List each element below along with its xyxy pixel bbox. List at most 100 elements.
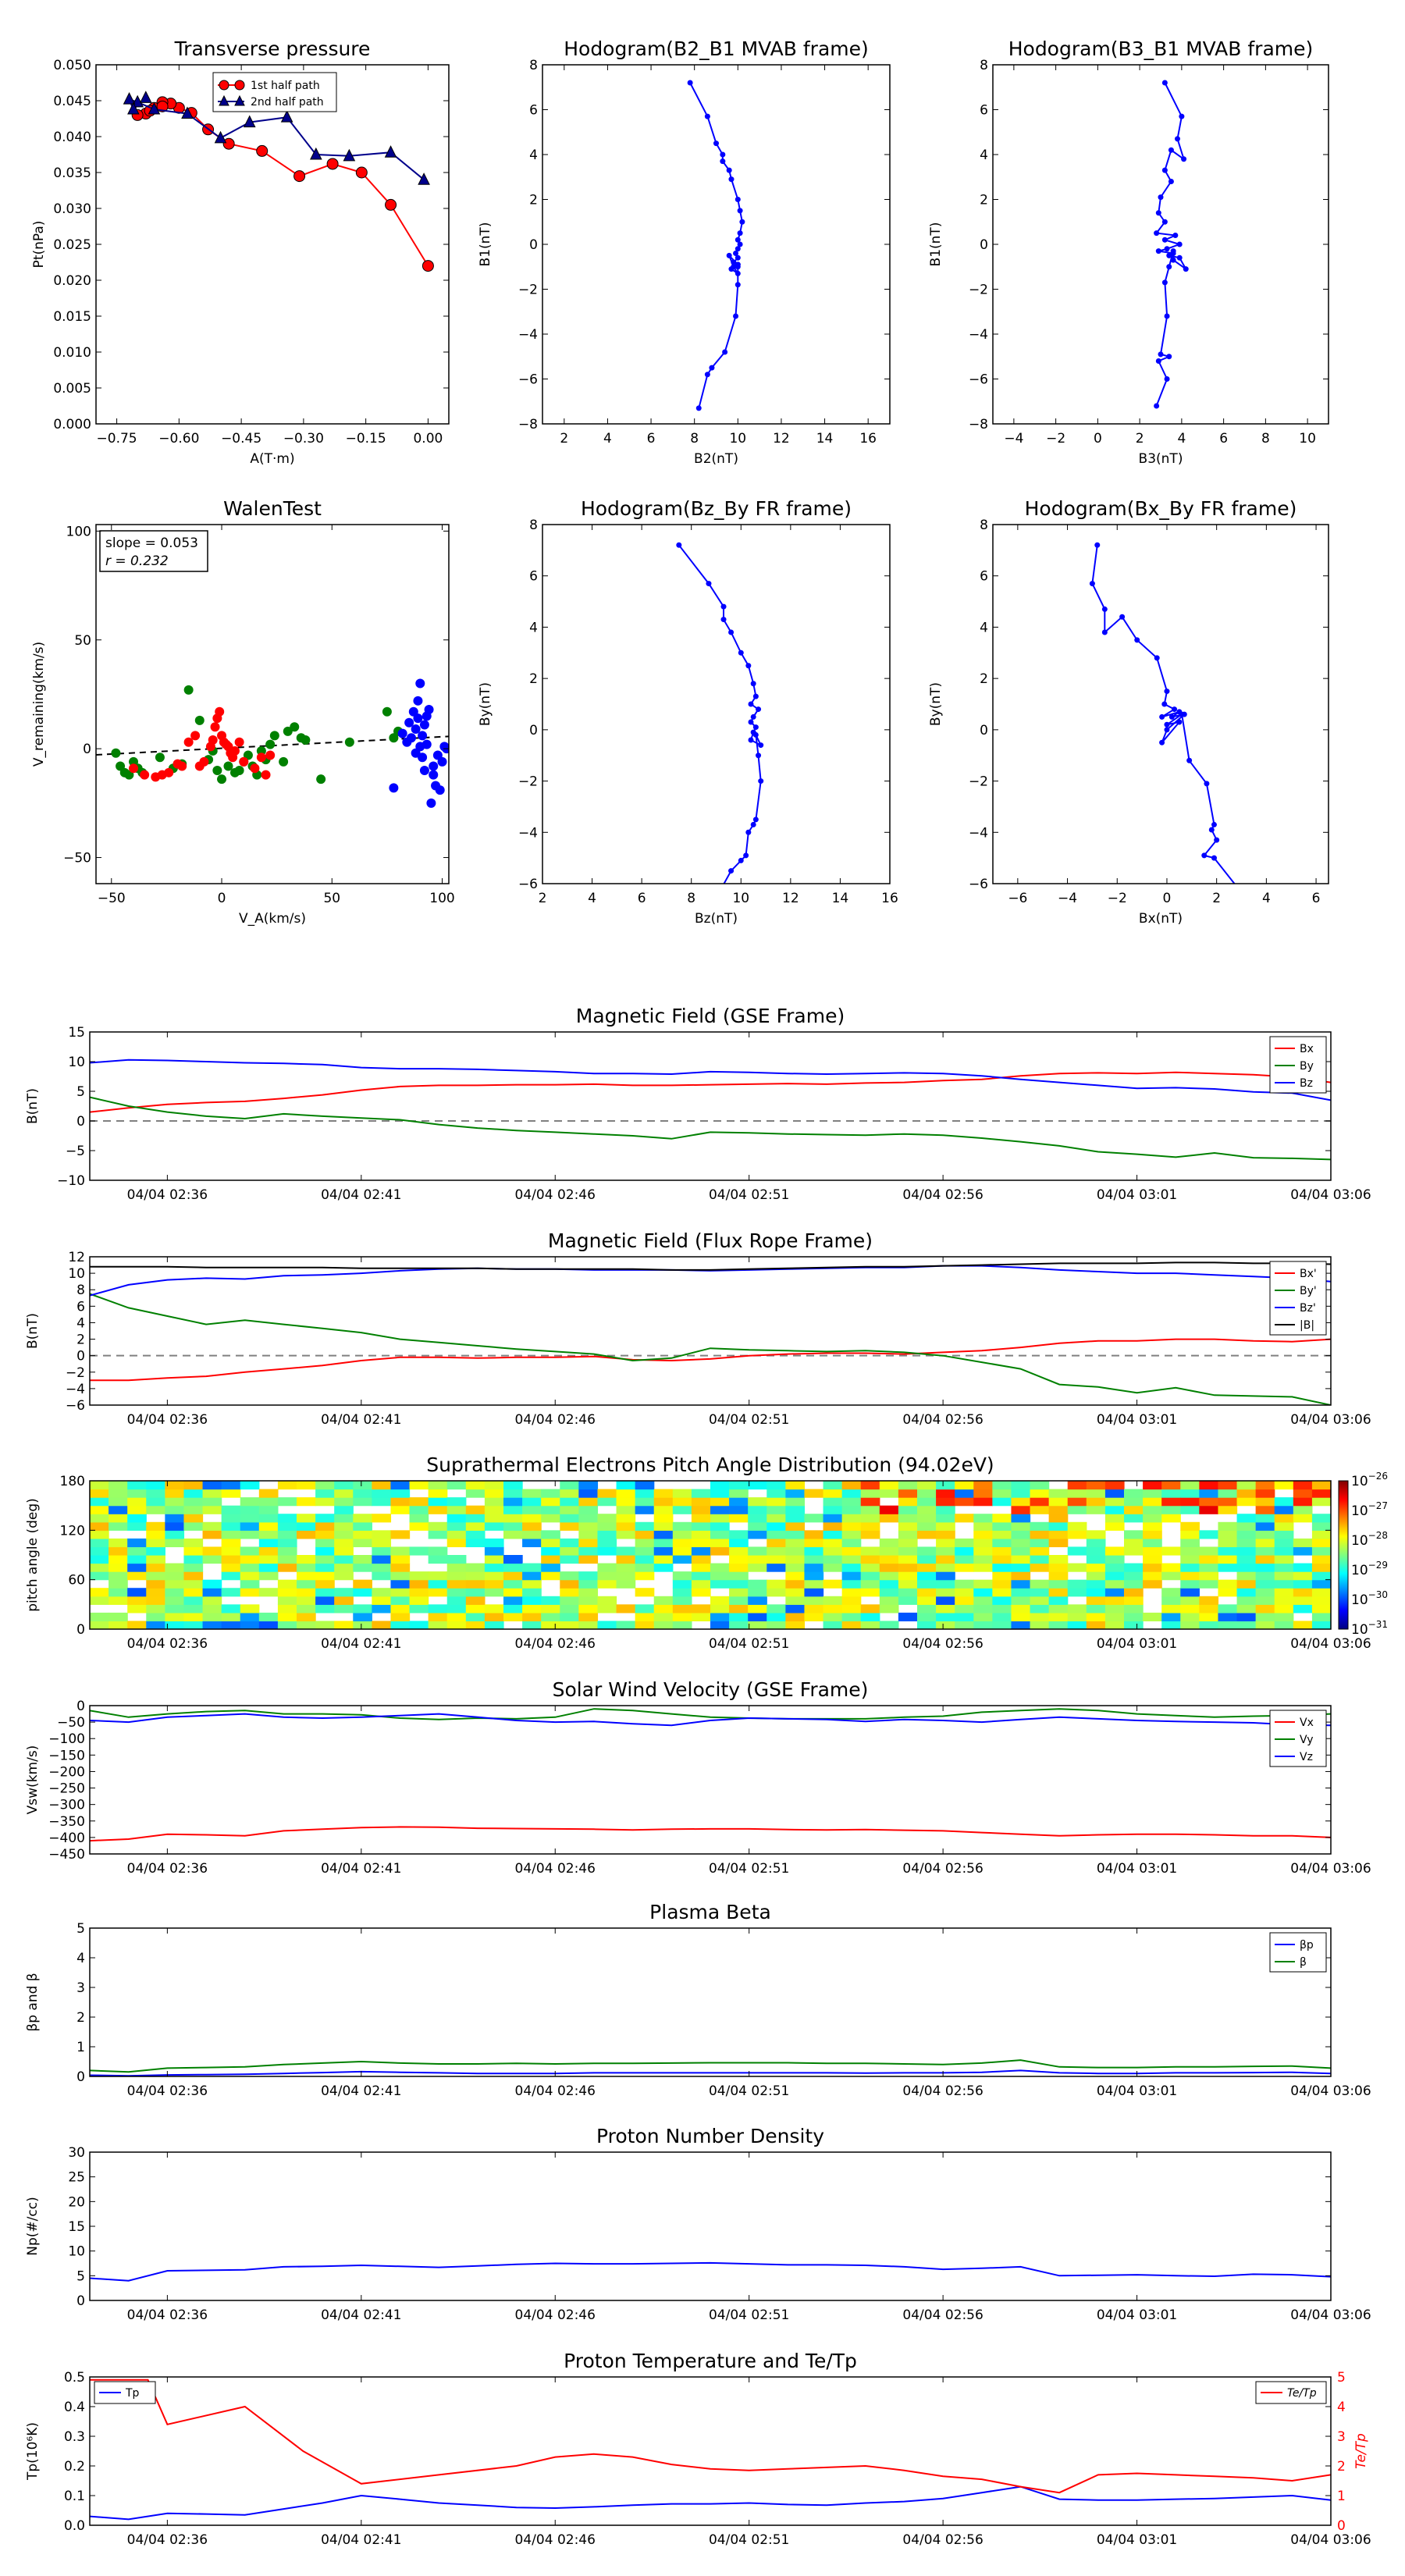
heatmap-cell [503,1563,523,1572]
colorbar-bar [1338,1480,1349,1630]
heatmap-cell [973,1489,993,1498]
scatter-point [234,766,244,776]
heatmap-cell [1067,1588,1087,1597]
data-marker [1204,781,1210,787]
x-tick-label: 04/04 02:56 [902,1412,983,1428]
heatmap-cell [729,1538,749,1548]
heatmap-cell [258,1514,279,1523]
heatmap-cell [710,1563,730,1572]
heatmap-cell [917,1612,937,1622]
heatmap-cell [1311,1563,1331,1572]
heatmap-cell [146,1571,165,1581]
y-tick-label: −4 [66,1382,85,1397]
heatmap-cell [146,1530,165,1539]
heatmap-cell [767,1555,786,1564]
heatmap-cell [1030,1538,1050,1548]
heatmap-cell [146,1588,165,1597]
y-tick-label: 180 [60,1474,85,1489]
heatmap-cell [578,1579,599,1589]
heatmap-cell [729,1555,749,1564]
heatmap-cell [1143,1571,1162,1581]
x-tick-label: 8 [1261,431,1270,447]
heatmap-cell [748,1596,767,1605]
data-marker [752,731,759,738]
heatmap-cell [597,1521,617,1531]
heatmap-cell [1255,1546,1275,1556]
heatmap-cell [1143,1497,1162,1507]
y-tick-label: 2 [76,2010,85,2026]
heatmap-cell [522,1563,542,1572]
heatmap-cell [1199,1546,1219,1556]
y-tick-label: 8 [980,518,988,533]
heatmap-cell [258,1538,279,1548]
heatmap-cell [353,1538,372,1548]
x-tick-label: 04/04 02:41 [321,2532,401,2548]
data-marker [726,252,732,258]
heatmap-cell [240,1621,260,1629]
heatmap-cell [1161,1514,1181,1523]
heatmap-cell [578,1530,599,1539]
heatmap-cell [560,1579,579,1589]
heatmap-cell [653,1497,674,1507]
heatmap-cell [1180,1588,1200,1597]
panel-title: Proton Number Density [596,2125,824,2147]
heatmap-cell [277,1579,297,1589]
heatmap-cell [334,1538,354,1548]
heatmap-cell [1274,1521,1294,1531]
heatmap-cell [1011,1596,1031,1605]
heatmap-cell [635,1505,655,1514]
y-tick-label: 0.5 [64,2370,85,2386]
heatmap-cell [409,1546,429,1556]
heatmap-cell [973,1514,993,1523]
heatmap-cell [1180,1530,1200,1539]
x-tick-label: 2 [1212,891,1221,906]
y-tick-label: 0.0 [64,2518,85,2534]
heatmap-cell [1274,1579,1294,1589]
heatmap-cell [1255,1588,1275,1597]
plot-frame [992,524,1329,884]
colorbar-tick-exp: −26 [1368,1471,1388,1482]
y-axis-label: B1(nT) [478,222,493,267]
data-marker [1101,606,1108,612]
heatmap-cell [409,1588,429,1597]
heatmap-cell [202,1530,222,1539]
heatmap-cell [146,1521,165,1531]
heatmap-cell [710,1530,730,1539]
y-axis-label: V_remaining(km/s) [31,642,47,767]
heatmap-cell [879,1596,899,1605]
heatmap-cell [165,1481,185,1490]
heatmap-cell [446,1604,467,1614]
series-1st-half-path [131,96,434,272]
heatmap-cell [560,1546,579,1556]
heatmap-cell [1255,1596,1275,1605]
data-marker [739,219,745,225]
heatmap-cell [409,1579,429,1589]
x-tick-label: 04/04 03:06 [1290,1636,1371,1652]
heatmap-cell [936,1538,955,1548]
heatmap-cell [1104,1604,1125,1614]
heatmap-cell [729,1489,749,1498]
heatmap-cell [541,1505,560,1514]
heatmap-cell [616,1521,636,1531]
heatmap-cell [503,1497,523,1507]
data-marker [1208,827,1215,833]
heatmap-cell [1180,1521,1200,1531]
heatmap-cell [1011,1563,1031,1572]
y-tick-label: −2 [518,774,538,790]
heatmap-cell [372,1514,392,1523]
heatmap-cell [165,1596,185,1605]
panel-title: Hodogram(Bx_By FR frame) [1025,497,1297,520]
colorbar-tick-base: 10 [1351,1503,1368,1519]
panel-title: Proton Temperature and Te/Tp [564,2350,857,2372]
heatmap-cell [729,1612,749,1622]
heatmap-cell [767,1538,786,1548]
legend-label: βp [1300,1939,1314,1952]
heatmap-cell [729,1621,749,1629]
heatmap-cell [936,1505,955,1514]
heatmap-cell [879,1604,899,1614]
heatmap-cell [748,1555,767,1564]
heatmap-cell [860,1555,880,1564]
heatmap-cell [127,1514,147,1523]
heatmap-cell [353,1563,372,1572]
heatmap-cell [1143,1530,1162,1539]
